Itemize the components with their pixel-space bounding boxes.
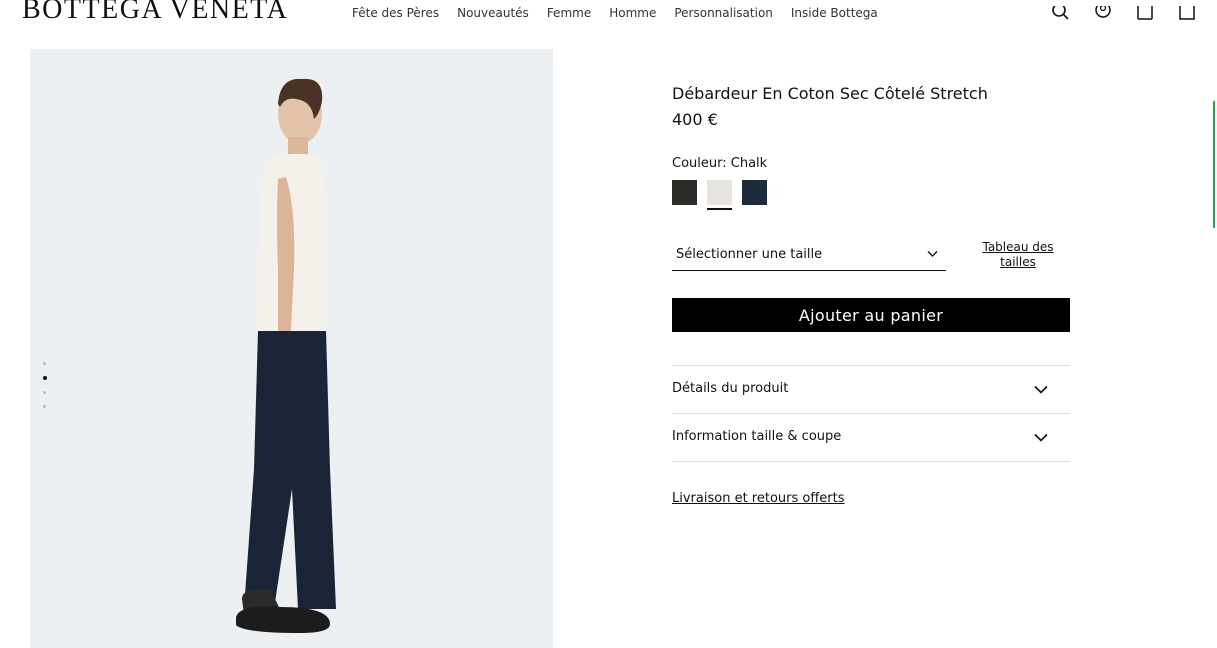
site-header: BOTTEGA VENETA Fête des Pères Nouveautés…: [0, 0, 1217, 26]
gallery-dot[interactable]: [43, 362, 46, 365]
brand-logo[interactable]: BOTTEGA VENETA: [22, 0, 288, 26]
accordion-label: Information taille & coupe: [672, 429, 842, 444]
gallery-dot[interactable]: [43, 391, 46, 394]
swatch-chalk[interactable]: [707, 180, 732, 210]
accordion-size-fit[interactable]: Information taille & coupe: [672, 413, 1070, 462]
nav-item-nouveautes[interactable]: Nouveautés: [457, 6, 529, 20]
nav-item-fete-des-peres[interactable]: Fête des Pères: [352, 6, 439, 20]
chevron-down-icon: [927, 251, 938, 257]
shipping-returns-link[interactable]: Livraison et retours offerts: [672, 491, 845, 506]
add-to-cart-button[interactable]: Ajouter au panier: [672, 298, 1070, 332]
product-image[interactable]: [30, 49, 553, 648]
size-dropdown[interactable]: Sélectionner une taille: [672, 246, 946, 271]
nav-item-homme[interactable]: Homme: [609, 6, 656, 20]
account-icon[interactable]: [1093, 6, 1113, 20]
nav-item-inside-bottega[interactable]: Inside Bottega: [791, 6, 878, 20]
chevron-down-icon: [1034, 385, 1048, 394]
size-guide-link[interactable]: Tableau des tailles: [976, 240, 1060, 270]
swatch-navy[interactable]: [742, 180, 767, 205]
color-label: Couleur: Chalk: [672, 156, 768, 171]
main-nav: Fête des Pères Nouveautés Femme Homme Pe…: [352, 6, 878, 20]
gallery-dots: [42, 362, 47, 408]
swatch-dark[interactable]: [672, 180, 697, 205]
product-price: 400 €: [672, 110, 718, 129]
header-icons: [1051, 6, 1197, 20]
bag-icon[interactable]: [1177, 6, 1197, 20]
chevron-down-icon: [1034, 433, 1048, 442]
nav-item-personnalisation[interactable]: Personnalisation: [674, 6, 773, 20]
wishlist-icon[interactable]: [1135, 6, 1155, 20]
product-title: Débardeur En Coton Sec Côtelé Stretch: [672, 84, 988, 103]
gallery-dot[interactable]: [43, 405, 46, 408]
search-icon[interactable]: [1051, 6, 1071, 20]
accordion-label: Détails du produit: [672, 381, 789, 396]
product-accordion: Détails du produit Information taille & …: [672, 365, 1070, 462]
accordion-product-details[interactable]: Détails du produit: [672, 365, 1070, 413]
scroll-indicator[interactable]: [1213, 101, 1215, 228]
gallery-dot-active[interactable]: [42, 376, 47, 380]
nav-item-femme[interactable]: Femme: [547, 6, 591, 20]
color-swatches: [672, 180, 767, 210]
model-figure: [236, 78, 336, 633]
size-dropdown-label: Sélectionner une taille: [676, 247, 823, 262]
